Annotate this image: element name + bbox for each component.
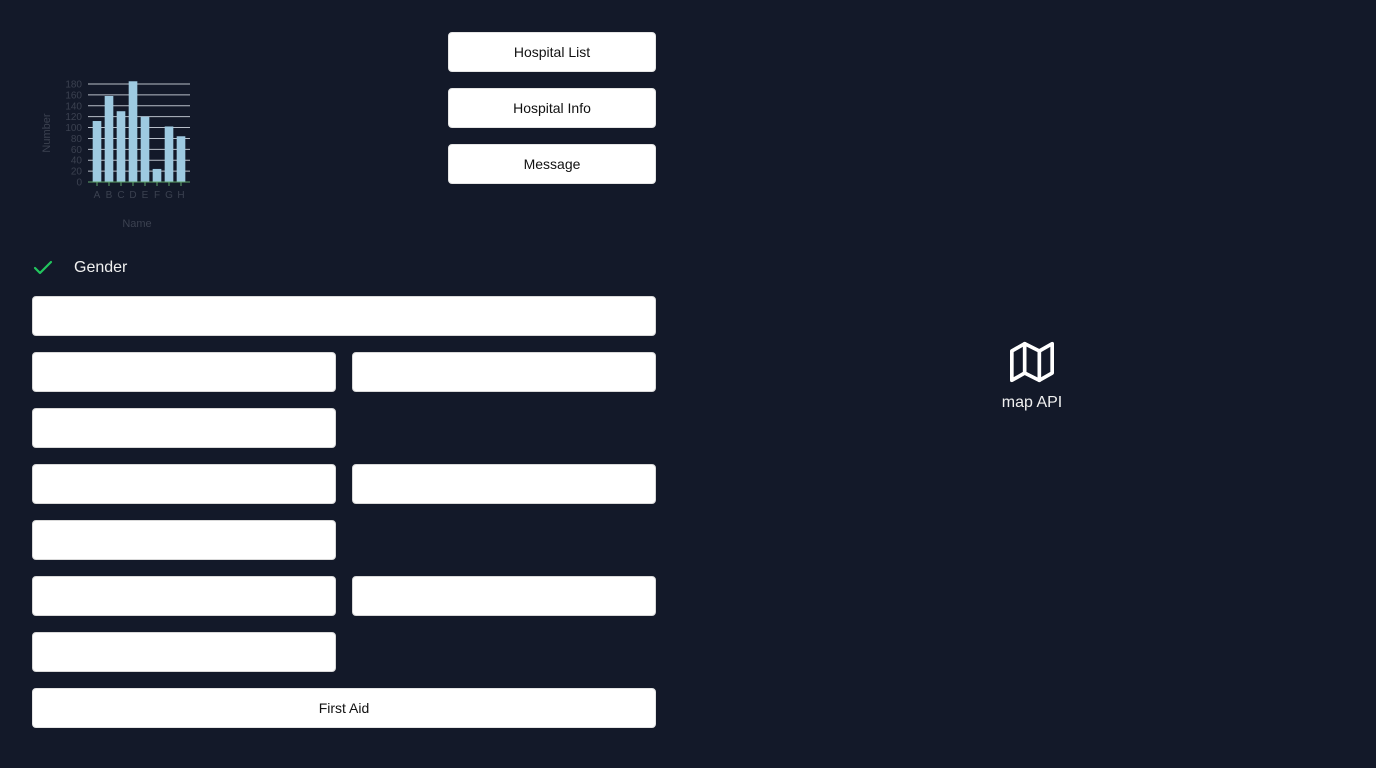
gender-label: Gender — [74, 259, 128, 276]
form-field-5[interactable] — [32, 464, 336, 504]
form-field-3[interactable] — [352, 352, 656, 392]
chart-bar — [176, 136, 186, 182]
y-axis-label: Number — [41, 113, 53, 152]
form-field-10[interactable] — [32, 632, 336, 672]
x-tick-label: C — [117, 190, 124, 201]
x-tick-label: D — [129, 190, 136, 201]
chart-bar — [152, 168, 162, 182]
form-field-8[interactable] — [32, 576, 336, 616]
y-tick-label: 20 — [71, 167, 83, 178]
y-tick-label: 160 — [65, 90, 82, 101]
chart-bar — [116, 111, 126, 182]
x-axis-label: Name — [122, 218, 151, 230]
form-field-6[interactable] — [352, 464, 656, 504]
x-tick-label: E — [142, 190, 149, 201]
bar-chart-svg: 020406080100120140160180 A B C D E F G H Name Numb… — [41, 80, 190, 230]
message-button[interactable]: Message — [448, 144, 656, 184]
chart-bar — [92, 121, 102, 182]
y-tick-label: 0 — [76, 178, 82, 189]
hospital-list-button[interactable]: Hospital List — [448, 32, 656, 72]
chart-bar — [140, 116, 150, 182]
y-tick-label: 180 — [65, 80, 82, 91]
form-field-4[interactable] — [32, 408, 336, 448]
map-api-label: map API — [1001, 394, 1063, 411]
map-icon — [1010, 340, 1054, 384]
y-tick-label: 100 — [65, 123, 82, 134]
bar-chart: 0 20 40 60 80 100 120 140 160 180 A B C D E F G H Name Numb… — [32, 70, 212, 240]
check-icon — [32, 257, 54, 279]
map-panel[interactable]: map API — [960, 340, 1104, 412]
chart-bar — [104, 95, 114, 182]
form-field-2[interactable] — [32, 352, 336, 392]
hospital-info-button[interactable]: Hospital Info — [448, 88, 656, 128]
x-tick-label: F — [154, 190, 160, 201]
form-field-9[interactable] — [352, 576, 656, 616]
first-aid-button[interactable]: First Aid — [32, 688, 656, 728]
form-field-1[interactable] — [32, 296, 656, 336]
gender-checkbox[interactable]: Gender — [32, 256, 127, 280]
x-tick-label: G — [165, 190, 173, 201]
chart-bar — [128, 81, 138, 182]
y-tick-label: 120 — [65, 112, 82, 123]
y-tick-label: 40 — [71, 156, 83, 167]
y-tick-label: 60 — [71, 145, 83, 156]
x-tick-label: A — [94, 190, 101, 201]
x-tick-label: B — [106, 190, 113, 201]
chart-bar — [164, 126, 174, 182]
y-tick-label: 140 — [65, 101, 82, 112]
x-tick-label: H — [177, 190, 184, 201]
form-field-7[interactable] — [32, 520, 336, 560]
y-tick-label: 80 — [71, 134, 83, 145]
